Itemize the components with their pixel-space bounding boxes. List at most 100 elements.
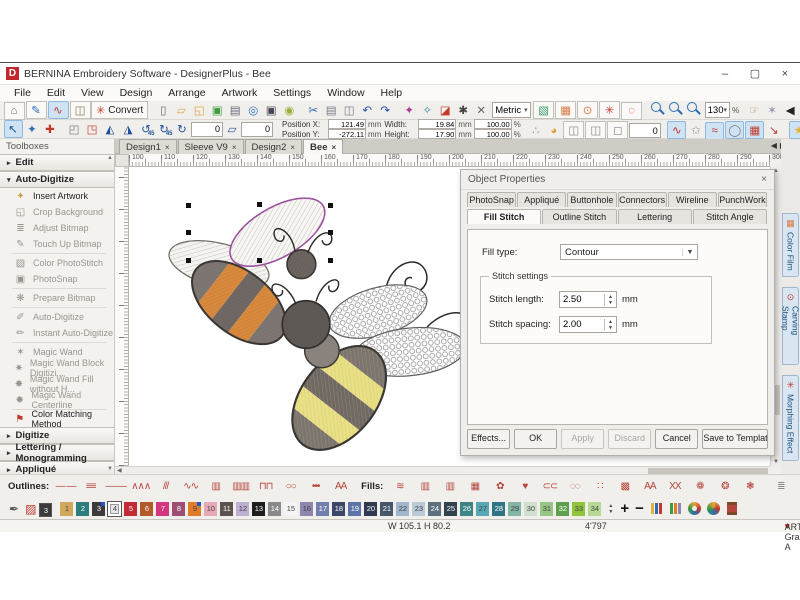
horizontal-scrollbar[interactable]: ◀▶ bbox=[115, 466, 770, 474]
color-wheel-icon[interactable] bbox=[688, 502, 701, 515]
toolbox-item-photosnap[interactable]: ▣PhotoSnap bbox=[0, 271, 114, 287]
height-input[interactable] bbox=[418, 129, 456, 139]
fill-type-select[interactable]: Contour▼ bbox=[560, 244, 698, 260]
zigzag-stitch-icon[interactable]: ∿ bbox=[667, 121, 686, 139]
selection-handle[interactable] bbox=[186, 203, 191, 208]
dialog-tab-stitch-angle[interactable]: Stitch Angle bbox=[693, 209, 767, 224]
pan-hand-icon[interactable]: ☞ bbox=[746, 102, 763, 118]
menu-help[interactable]: Help bbox=[373, 87, 411, 99]
wave-run-icon[interactable]: ∿∿ bbox=[179, 477, 202, 497]
dialog-tab-fill-stitch[interactable]: Fill Stitch bbox=[467, 209, 541, 224]
mirror-horizontal-icon[interactable]: ◭ bbox=[102, 121, 119, 137]
toolbox-section-lettering-monogramming[interactable]: ▸Lettering / Monogramming bbox=[0, 444, 114, 461]
lacework-fill-icon[interactable]: ▩ bbox=[613, 477, 636, 497]
tab-close-icon[interactable]: × bbox=[232, 143, 237, 152]
hoop-medium-icon[interactable]: ◫ bbox=[585, 121, 606, 139]
dialog-tab-punchwork[interactable]: PunchWork bbox=[718, 192, 767, 207]
color-swatch-12[interactable]: 12 bbox=[236, 502, 249, 516]
stitch-spacing-input[interactable] bbox=[560, 319, 604, 330]
pattern-fill-icon[interactable]: ▦ bbox=[745, 121, 764, 139]
toolbox-item-crop-background[interactable]: ◱Crop Background bbox=[0, 204, 114, 220]
color-swatch-21[interactable]: 21 bbox=[380, 502, 393, 516]
thread-chart-icon[interactable] bbox=[670, 503, 681, 514]
position-x-input[interactable] bbox=[328, 119, 366, 129]
dialog-tab-connectors[interactable]: Connectors bbox=[618, 192, 667, 207]
stemstitch-icon[interactable]: /// bbox=[154, 477, 177, 497]
paint-bucket-icon[interactable]: ◕ bbox=[545, 123, 562, 139]
stitch-length-input[interactable] bbox=[560, 294, 604, 305]
mirror-vertical-icon[interactable]: ◮ bbox=[120, 121, 137, 137]
scale-width-icon[interactable]: ◰ bbox=[66, 121, 83, 137]
position-y-input[interactable] bbox=[328, 129, 366, 139]
carving-circle-icon[interactable]: ◌ bbox=[621, 102, 642, 120]
color-swatch-16[interactable]: 16 bbox=[300, 502, 313, 516]
sculpture-run-icon[interactable]: —·— bbox=[104, 477, 127, 497]
red-pointer-icon[interactable]: ↘ bbox=[765, 122, 782, 138]
color-swatch-4[interactable]: 4 bbox=[108, 502, 121, 516]
pattern-fill-aa-icon[interactable]: AA bbox=[638, 477, 661, 497]
weave-effect-icon[interactable]: ≣ bbox=[769, 477, 792, 497]
color-swatch-24[interactable]: 24 bbox=[428, 502, 441, 516]
eyedropper-icon[interactable]: ✒ bbox=[9, 502, 19, 516]
selection-handle[interactable] bbox=[328, 230, 333, 235]
color-swatch-33[interactable]: 33 bbox=[572, 502, 585, 516]
dialog-tab-lettering[interactable]: Lettering bbox=[618, 209, 692, 224]
insert-artwork-icon[interactable]: ✦ bbox=[401, 102, 418, 118]
cut-icon[interactable]: ✂ bbox=[305, 102, 322, 118]
paste-icon[interactable]: ◫ bbox=[341, 102, 358, 118]
overlap-design-icon[interactable]: ◪ bbox=[437, 102, 454, 118]
color-swatch-26[interactable]: 26 bbox=[460, 502, 473, 516]
rotate-cw-45-icon[interactable]: ↻45 bbox=[156, 121, 173, 137]
lace-flower-1-icon[interactable]: ❁ bbox=[688, 477, 711, 497]
candlewicking-fill-icon[interactable]: ∷ bbox=[588, 477, 611, 497]
scale-size-icon[interactable]: ◳ bbox=[84, 121, 101, 137]
sidebar-scroll-down-icon[interactable]: ▼ bbox=[107, 466, 113, 472]
lace-flower-2-icon[interactable]: ❂ bbox=[713, 477, 736, 497]
zoom-level-select[interactable]: 130▾ bbox=[705, 102, 730, 118]
menu-design[interactable]: Design bbox=[112, 87, 161, 99]
copy-icon[interactable]: ▤ bbox=[323, 102, 340, 118]
color-swatch-15[interactable]: 15 bbox=[284, 502, 297, 516]
hoop-small-icon[interactable]: ◫ bbox=[563, 121, 584, 139]
spray-adjust-icon[interactable]: ∴ bbox=[527, 122, 544, 138]
toolbox-item-color-matching-method[interactable]: ⚑Color Matching Method bbox=[0, 411, 114, 427]
tools-icon[interactable]: ✕ bbox=[473, 102, 490, 118]
stamp-icon[interactable]: ⊙ bbox=[577, 101, 598, 119]
candlewicking-outline-icon[interactable]: ○○ bbox=[279, 477, 302, 497]
lace-flower-3-icon[interactable]: ❃ bbox=[738, 477, 761, 497]
toolbox-item-color-photostitch[interactable]: ▨Color PhotoStitch bbox=[0, 255, 114, 271]
add-color-button[interactable]: + bbox=[620, 500, 629, 517]
color-swatch-7[interactable]: 7 bbox=[156, 502, 169, 516]
width-input[interactable] bbox=[418, 119, 456, 129]
zoom-factor-icon[interactable] bbox=[685, 100, 702, 116]
heart-fill-icon[interactable]: ♥ bbox=[513, 477, 536, 497]
toolbox-item-insert-artwork[interactable]: ✦Insert Artwork bbox=[0, 188, 114, 204]
dialog-button-cancel[interactable]: Cancel bbox=[655, 429, 698, 449]
minimize-button[interactable]: – bbox=[710, 64, 740, 84]
portfolio-icon[interactable]: ⌂ bbox=[4, 102, 25, 120]
backstitch-icon[interactable]: ∧∧∧ bbox=[129, 477, 152, 497]
sculpture-fill-icon[interactable]: ✿ bbox=[488, 477, 511, 497]
color-swatch-11[interactable]: 11 bbox=[220, 502, 233, 516]
machine-write-icon[interactable]: ◉ bbox=[281, 102, 298, 118]
color-swatch-2[interactable]: 2 bbox=[76, 502, 89, 516]
tab-close-icon[interactable]: × bbox=[165, 143, 170, 152]
fill-bucket-icon[interactable]: ▨ bbox=[25, 502, 36, 516]
stitch-length-spinner[interactable]: ▲▼ bbox=[604, 294, 616, 306]
color-swatch-1[interactable]: 1 bbox=[60, 502, 73, 516]
sidebar-scroll-up-icon[interactable]: ▲ bbox=[107, 155, 113, 161]
dock-scroll-left-icon[interactable]: ◀ bbox=[771, 141, 777, 150]
color-swatch-19[interactable]: 19 bbox=[348, 502, 361, 516]
tab-close-icon[interactable]: × bbox=[331, 143, 336, 152]
print-preview-icon[interactable]: ◎ bbox=[245, 102, 262, 118]
selection-handle[interactable] bbox=[257, 202, 262, 207]
satin-fill-icon[interactable]: ▥ bbox=[413, 477, 436, 497]
toolbox-item-auto-digitize[interactable]: ✐Auto-Digitize bbox=[0, 309, 114, 325]
toolbox-section-edit[interactable]: ▸Edit bbox=[0, 154, 114, 171]
settings-gear-icon[interactable]: ✱ bbox=[455, 102, 472, 118]
raised-satin-fill-icon[interactable]: ▥ bbox=[438, 477, 461, 497]
skew-angle-input[interactable] bbox=[241, 122, 273, 137]
document-tab-sleeve-v9[interactable]: Sleeve V9× bbox=[178, 139, 244, 154]
close-button[interactable]: × bbox=[770, 64, 800, 84]
save-design-icon[interactable]: ▣ bbox=[209, 102, 226, 118]
